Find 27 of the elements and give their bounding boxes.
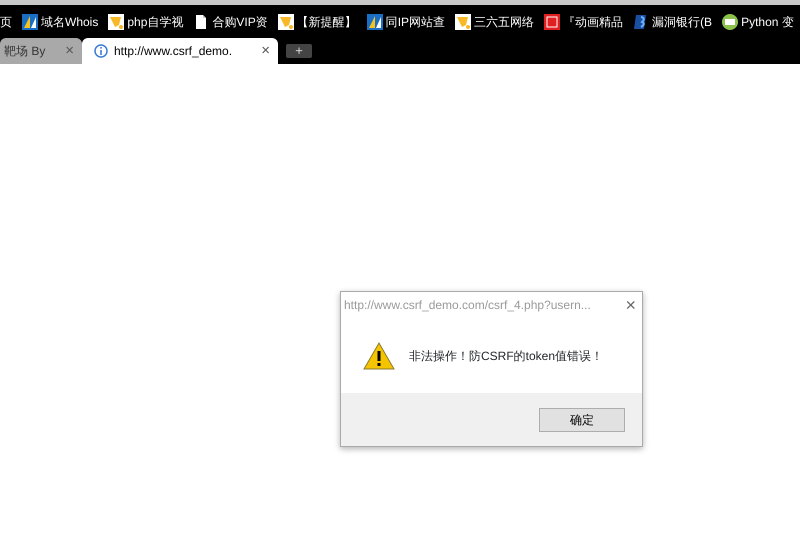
bell-icon [108, 14, 124, 30]
bookmark-link[interactable]: 页 [0, 12, 12, 30]
seal-icon [544, 14, 560, 30]
bookmark-link[interactable]: 漏洞银行(B [633, 12, 712, 30]
bookmark-link[interactable]: 合购VIP资 [193, 12, 268, 30]
new-tab-button[interactable]: + [286, 44, 312, 58]
error-message: 非法操作！防CSRF的token值错误！ [409, 348, 604, 364]
bookmark-link[interactable]: php自学视 [108, 12, 184, 30]
browser-tab[interactable]: 靶场 By × [0, 38, 82, 64]
split-icon [366, 14, 383, 30]
ok-button[interactable]: 确定 [539, 408, 625, 432]
browser-tab[interactable]: http://www.csrf_demo. × [82, 38, 278, 64]
dialog-title: http://www.csrf_demo.com/csrf_4.php?usern... [343, 297, 592, 314]
bookmark-link[interactable]: Python 变 [722, 12, 794, 30]
bell-icon [278, 14, 294, 30]
bookmark-link[interactable]: 【新提醒】 [278, 12, 357, 30]
info-icon [94, 44, 108, 58]
code-icon [722, 14, 738, 30]
split-icon [22, 14, 38, 30]
bookmark-link[interactable]: 同IP网站查 [366, 12, 446, 30]
bell-icon [455, 14, 472, 30]
warning-icon [363, 342, 395, 370]
close-button[interactable]: × [619, 296, 642, 314]
close-tab-icon[interactable]: × [261, 40, 270, 62]
bookmark-link[interactable]: 三六五网络 [455, 12, 534, 30]
bookmark-link[interactable]: 『动画精品 [544, 12, 624, 30]
bookmark-link[interactable]: 域名Whois [22, 12, 98, 30]
